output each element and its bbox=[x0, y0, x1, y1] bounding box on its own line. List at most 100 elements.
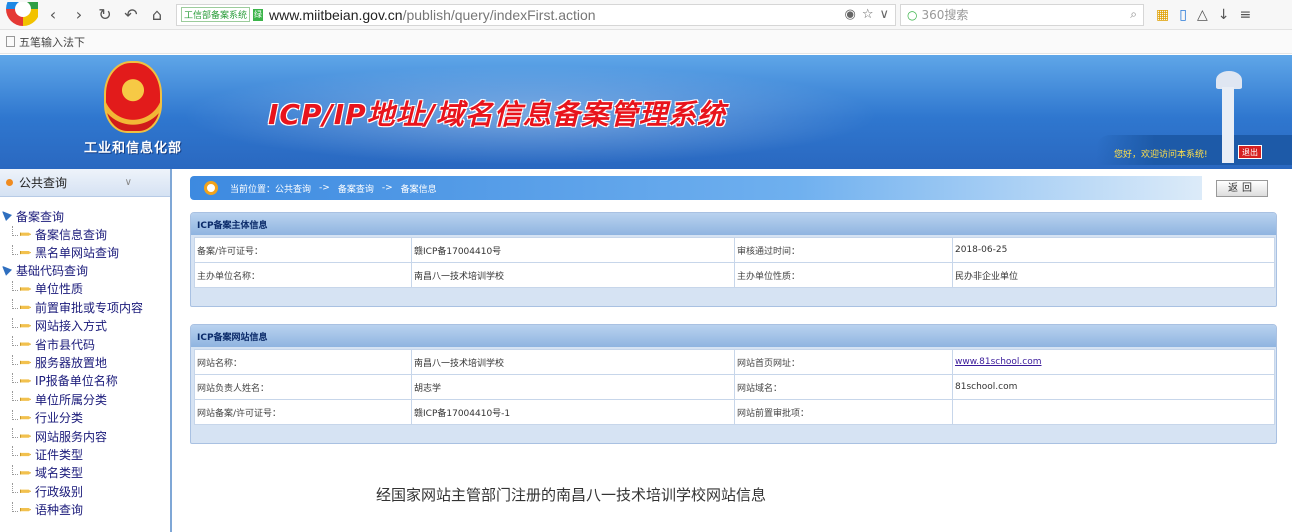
search-icon[interactable]: ⌕ bbox=[1130, 7, 1137, 22]
breadcrumb-item: 当前位置：公共查询 bbox=[230, 184, 312, 195]
tree-item[interactable]: 单位所属分类 bbox=[0, 390, 170, 408]
tree-group-label: 备案查询 bbox=[16, 209, 65, 224]
tree-item[interactable]: 行业分类 bbox=[0, 409, 170, 427]
tree-item[interactable]: 行政级别 bbox=[0, 482, 170, 500]
return-button[interactable]: 返回 bbox=[1216, 180, 1268, 197]
chevron-down-icon[interactable]: ∨ bbox=[125, 177, 132, 188]
pencil-icon bbox=[20, 452, 31, 457]
pencil-icon bbox=[20, 471, 31, 475]
logout-button[interactable]: 退出 bbox=[1238, 145, 1262, 159]
dropdown-icon[interactable]: ∨ bbox=[879, 7, 889, 22]
menu-icon[interactable]: ≡ bbox=[1239, 7, 1251, 23]
url-host: www.miitbeian.gov.cn bbox=[269, 6, 403, 23]
location-icon bbox=[204, 181, 218, 195]
field-value: 南昌八一技术培训学校 bbox=[411, 262, 735, 288]
national-emblem-icon bbox=[104, 61, 162, 133]
site-banner: 工业和信息化部 ICP/IP地址/域名信息备案管理系统 您好，欢迎访问本系统! … bbox=[0, 55, 1292, 169]
security-badge-icon: 绿 bbox=[253, 8, 264, 21]
field-label: 主办单位名称： bbox=[194, 262, 412, 288]
nav-tree: 备案查询 备案信息查询 黑名单网站查询 基础代码查询 单位性质 前置审批或专项内… bbox=[0, 197, 170, 519]
system-title: ICP/IP地址/域名信息备案管理系统 bbox=[268, 98, 726, 131]
bookmarks-bar: 五笔输入法下 bbox=[0, 30, 1292, 54]
star-icon[interactable]: ☆ bbox=[862, 7, 874, 22]
back-arrow-icon[interactable]: ‹ bbox=[42, 4, 64, 26]
apps-icon[interactable]: ▦ bbox=[1156, 7, 1169, 23]
table-row: 主办单位名称： 南昌八一技术培训学校 主办单位性质： 民办非企业单位 bbox=[194, 262, 1275, 288]
website-info-table: 网站名称： 南昌八一技术培训学校 网站首页网址： www.81school.co… bbox=[194, 349, 1275, 425]
field-value: 民办非企业单位 bbox=[952, 262, 1275, 288]
pencil-icon bbox=[20, 250, 31, 255]
table-row: 备案/许可证号： 赣ICP备17004410号 审核通过时间： 2018-06-… bbox=[194, 237, 1275, 263]
panel-title: ICP备案网站信息 bbox=[191, 325, 1276, 347]
sidebar-header-label: 公共查询 bbox=[19, 176, 68, 190]
pencil-icon bbox=[20, 232, 31, 236]
cloud-icon[interactable]: △ bbox=[1197, 7, 1208, 23]
ministry-name: 工业和信息化部 bbox=[84, 141, 183, 156]
field-value: 2018-06-25 bbox=[952, 237, 1275, 263]
tree-item[interactable]: 服务器放置地 bbox=[0, 353, 170, 371]
pencil-icon bbox=[20, 434, 31, 438]
speed-icon[interactable]: ◉ bbox=[844, 7, 855, 22]
tree-group-record-query[interactable]: 备案查询 bbox=[0, 207, 170, 225]
undo-icon[interactable]: ↶ bbox=[120, 4, 142, 26]
address-bar[interactable]: 工信部备案系统 绿 www.miitbeian.gov.cn /publish/… bbox=[176, 3, 896, 26]
search-placeholder: 360搜索 bbox=[921, 8, 969, 22]
tree-item[interactable]: 黑名单网站查询 bbox=[0, 243, 170, 261]
forward-arrow-icon[interactable]: › bbox=[68, 4, 90, 26]
tree-group-label: 基础代码查询 bbox=[16, 264, 89, 279]
sidebar-header[interactable]: 公共查询 ∨ bbox=[0, 169, 170, 197]
tree-item[interactable]: IP报备单位名称 bbox=[0, 372, 170, 390]
subject-info-table: 备案/许可证号： 赣ICP备17004410号 审核通过时间： 2018-06-… bbox=[194, 237, 1275, 288]
tree-item[interactable]: 网站接入方式 bbox=[0, 317, 170, 335]
field-label: 网站负责人姓名： bbox=[194, 374, 412, 400]
browser-logo-icon bbox=[4, 1, 38, 28]
website-info-panel: ICP备案网站信息 网站名称： 南昌八一技术培训学校 网站首页网址： www.8… bbox=[190, 324, 1277, 444]
field-label: 网站名称： bbox=[194, 349, 412, 375]
pencil-icon bbox=[20, 305, 31, 309]
footer-caption: 经国家网站主管部门注册的南昌八一技术培训学校网站信息 bbox=[376, 486, 767, 504]
main-content: 当前位置：公共查询 -> 备案查询 -> 备案信息 返回 ICP备案主体信息 备… bbox=[190, 176, 1280, 532]
field-value: 南昌八一技术培训学校 bbox=[411, 349, 735, 375]
field-label: 网站域名： bbox=[734, 374, 953, 400]
field-value: 胡志学 bbox=[411, 374, 735, 400]
table-row: 网站备案/许可证号： 赣ICP备17004410号-1 网站前置审批项： bbox=[194, 399, 1275, 425]
home-icon[interactable]: ⌂ bbox=[146, 4, 168, 26]
table-row: 网站负责人姓名： 胡志学 网站域名： 81school.com bbox=[194, 374, 1275, 400]
tree-item[interactable]: 域名类型 bbox=[0, 464, 170, 482]
table-row: 网站名称： 南昌八一技术培训学校 网站首页网址： www.81school.co… bbox=[194, 349, 1275, 375]
pencil-icon bbox=[20, 360, 31, 365]
pencil-icon bbox=[20, 287, 31, 291]
tree-item[interactable]: 前置审批或专项内容 bbox=[0, 298, 170, 316]
tree-item[interactable]: 省市县代码 bbox=[0, 335, 170, 353]
welcome-text: 您好，欢迎访问本系统! bbox=[1114, 150, 1208, 160]
field-label: 主办单位性质： bbox=[734, 262, 953, 288]
breadcrumb-separator: -> bbox=[381, 183, 393, 193]
pencil-icon bbox=[20, 342, 31, 346]
tree-item[interactable]: 单位性质 bbox=[0, 280, 170, 298]
tablet-icon[interactable]: ▯ bbox=[1179, 7, 1187, 23]
field-label: 审核通过时间： bbox=[734, 237, 953, 263]
pencil-icon bbox=[20, 508, 31, 512]
field-label: 网站备案/许可证号： bbox=[194, 399, 412, 425]
tree-item[interactable]: 语种查询 bbox=[0, 500, 170, 518]
tree-item[interactable]: 证件类型 bbox=[0, 445, 170, 463]
search-input[interactable]: ○ 360搜索 ⌕ bbox=[900, 3, 1144, 26]
url-path: /publish/query/indexFirst.action bbox=[402, 6, 596, 23]
tree-item[interactable]: 网站服务内容 bbox=[0, 427, 170, 445]
field-label: 备案/许可证号： bbox=[194, 237, 412, 263]
download-icon[interactable]: ↓ bbox=[1218, 7, 1230, 23]
breadcrumb: 当前位置：公共查询 -> 备案查询 -> 备案信息 bbox=[190, 176, 1202, 200]
bookmark-item[interactable]: 五笔输入法下 bbox=[19, 34, 85, 50]
refresh-icon[interactable]: ↻ bbox=[94, 4, 116, 26]
pencil-icon bbox=[20, 397, 31, 401]
breadcrumb-item[interactable]: 备案查询 bbox=[338, 182, 374, 195]
homepage-link[interactable]: www.81school.com bbox=[952, 349, 1275, 375]
field-label: 网站首页网址： bbox=[734, 349, 953, 375]
field-value: 赣ICP备17004410号-1 bbox=[411, 399, 735, 425]
pencil-icon bbox=[20, 489, 31, 493]
tree-group-code-query[interactable]: 基础代码查询 bbox=[0, 262, 170, 280]
tree-item[interactable]: 备案信息查询 bbox=[0, 225, 170, 243]
site-badge: 工信部备案系统 bbox=[181, 7, 251, 22]
breadcrumb-item: 备案信息 bbox=[400, 184, 437, 195]
browser-toolbar: ‹ › ↻ ↶ ⌂ 工信部备案系统 绿 www.miitbeian.gov.cn… bbox=[0, 0, 1292, 30]
